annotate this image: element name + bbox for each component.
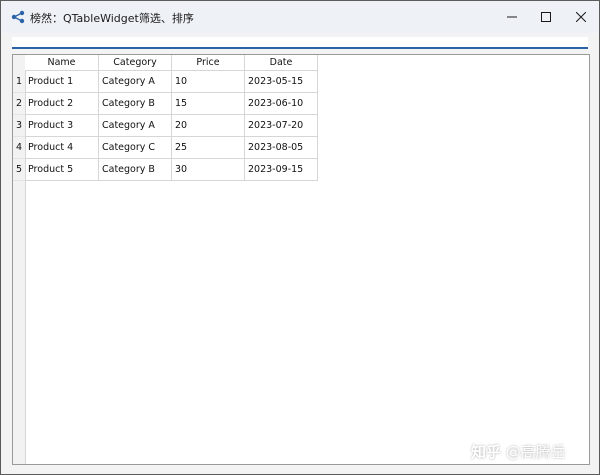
table-row[interactable]: 3 Product 3 Category A 20 2023-07-20	[13, 115, 318, 137]
row-header[interactable]: 2	[13, 93, 25, 115]
minimize-icon	[507, 12, 517, 22]
table-cell-category[interactable]: Category A	[99, 71, 172, 93]
table-cell-name[interactable]: Product 3	[25, 115, 99, 137]
maximize-icon	[541, 12, 551, 22]
table-cell-date[interactable]: 2023-05-15	[245, 71, 318, 93]
table-cell-category[interactable]: Category B	[99, 159, 172, 181]
row-header[interactable]: 3	[13, 115, 25, 137]
table-cell-price[interactable]: 25	[172, 137, 245, 159]
maximize-button[interactable]	[528, 1, 564, 33]
table-cell-price[interactable]: 10	[172, 71, 245, 93]
table-cell-price[interactable]: 30	[172, 159, 245, 181]
watermark-author: @高腾岳	[505, 443, 566, 461]
column-header-name[interactable]: Name	[25, 55, 99, 71]
main-window: 榜然：QTableWidget筛选、排序 Name Category Price…	[0, 0, 600, 475]
table-body: 1 Product 1 Category A 10 2023-05-15 2 P…	[13, 71, 318, 181]
window-title: 榜然：QTableWidget筛选、排序	[30, 12, 194, 25]
table-cell-price[interactable]: 20	[172, 115, 245, 137]
title-bar[interactable]: 榜然：QTableWidget筛选、排序	[1, 1, 599, 33]
watermark: 知乎 @高腾岳	[471, 441, 566, 462]
column-header-category[interactable]: Category	[99, 55, 172, 71]
table-row[interactable]: 2 Product 2 Category B 15 2023-06-10	[13, 93, 318, 115]
share-nodes-icon	[11, 9, 25, 24]
table-cell-name[interactable]: Product 2	[25, 93, 99, 115]
filter-input[interactable]	[12, 37, 588, 49]
table-cell-name[interactable]: Product 4	[25, 137, 99, 159]
row-header[interactable]: 4	[13, 137, 25, 159]
table-cell-name[interactable]: Product 5	[25, 159, 99, 181]
client-area: Name Category Price Date 1 Product 1 Cat…	[1, 33, 599, 474]
watermark-logo: 知乎	[471, 443, 502, 461]
table-row[interactable]: 5 Product 5 Category B 30 2023-09-15	[13, 159, 318, 181]
row-header[interactable]: 5	[13, 159, 25, 181]
table-row[interactable]: 1 Product 1 Category A 10 2023-05-15	[13, 71, 318, 93]
column-header-date[interactable]: Date	[245, 55, 318, 71]
table-cell-date[interactable]: 2023-07-20	[245, 115, 318, 137]
table-cell-date[interactable]: 2023-08-05	[245, 137, 318, 159]
table-cell-category[interactable]: Category B	[99, 93, 172, 115]
row-header[interactable]: 1	[13, 71, 25, 93]
table-cell-category[interactable]: Category A	[99, 115, 172, 137]
close-icon	[576, 12, 586, 22]
table-cell-name[interactable]: Product 1	[25, 71, 99, 93]
product-table[interactable]: Name Category Price Date 1 Product 1 Cat…	[12, 54, 590, 465]
column-header-price[interactable]: Price	[172, 55, 245, 71]
close-button[interactable]	[563, 1, 599, 33]
table-cell-price[interactable]: 15	[172, 93, 245, 115]
minimize-button[interactable]	[494, 1, 530, 33]
table-cell-category[interactable]: Category C	[99, 137, 172, 159]
table-cell-date[interactable]: 2023-09-15	[245, 159, 318, 181]
table-row[interactable]: 4 Product 4 Category C 25 2023-08-05	[13, 137, 318, 159]
table-corner-button[interactable]	[13, 55, 25, 70]
horizontal-header: Name Category Price Date	[25, 55, 318, 71]
table-cell-date[interactable]: 2023-06-10	[245, 93, 318, 115]
